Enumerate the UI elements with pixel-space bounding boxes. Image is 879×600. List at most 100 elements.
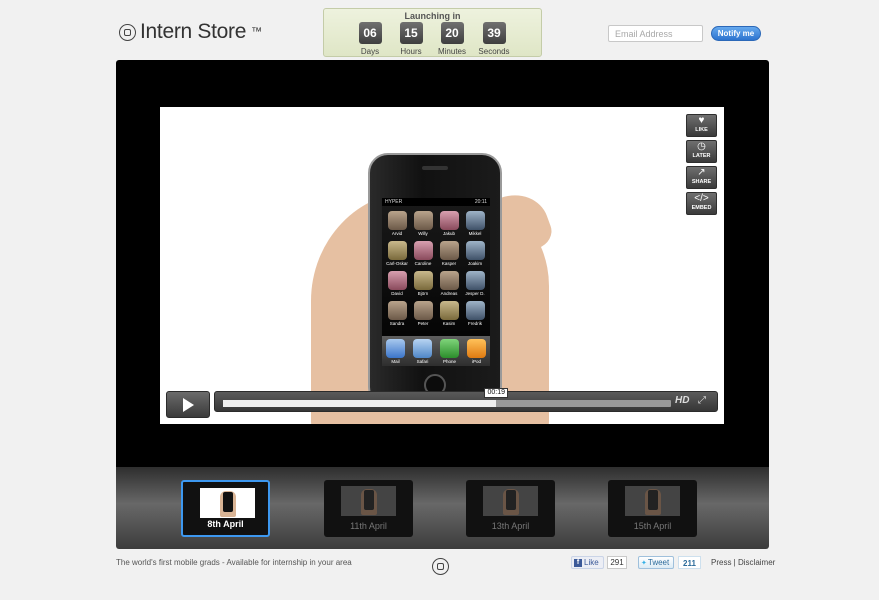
facebook-like-button[interactable]: f Like	[571, 556, 604, 569]
video-frame[interactable]: HYPER 20:11 Arvid Willy Jakub Mikkel Carl-Os…	[160, 107, 724, 424]
share-icon: ↗	[697, 167, 706, 178]
phone-dock: Mail Safari Phone iPod	[382, 336, 490, 366]
app-icon	[413, 271, 433, 290]
dock-app-ipod: iPod	[467, 339, 486, 364]
footer-tagline: The world's first mobile grads - Availab…	[116, 558, 352, 567]
app-label: Joakim	[467, 261, 483, 266]
countdown-label: Days	[360, 47, 380, 56]
like-label: Like	[584, 558, 599, 567]
app-icon	[413, 241, 433, 260]
app-label: Peter	[417, 321, 429, 326]
countdown-label: Hours	[400, 47, 422, 56]
embed-label: EMBED	[691, 205, 712, 211]
watch-later-button[interactable]: ◷ LATER	[686, 140, 717, 163]
app-label: Carl-Oskar	[386, 261, 408, 266]
like-label: LIKE	[695, 127, 708, 133]
fullscreen-icon[interactable]: ⤢	[698, 395, 706, 406]
thumbnail-image	[200, 488, 255, 518]
app-label: Andreas	[440, 291, 458, 296]
play-icon	[182, 397, 194, 412]
code-icon: </>	[694, 193, 709, 204]
dock-app-mail: Mail	[386, 339, 405, 364]
countdown-value: 06	[358, 22, 382, 44]
progress-track[interactable]: 00:19	[223, 388, 671, 407]
app-icon	[465, 211, 485, 230]
phone-app: Carl-Oskar	[384, 241, 410, 266]
thumbnail-image	[483, 486, 538, 516]
countdown-value: 20	[440, 22, 464, 44]
countdown-seconds: 39 Seconds	[478, 22, 510, 56]
logo-text: Intern Store	[140, 20, 247, 43]
app-icon	[465, 301, 485, 320]
phone-status-bar: HYPER 20:11	[382, 198, 490, 206]
phone-app: Caroline	[410, 241, 436, 266]
app-icon	[387, 271, 407, 290]
like-button[interactable]: ♥ LIKE	[686, 114, 717, 137]
app-icon	[439, 211, 459, 230]
phone-app-grid: Arvid Willy Jakub Mikkel Carl-Oskar Caroline K…	[382, 206, 490, 326]
phone-app: Peter	[410, 301, 436, 326]
app-icon	[465, 271, 485, 290]
app-label: Kasper	[441, 261, 457, 266]
app-label: David	[391, 291, 403, 296]
playlist-item-13th-april[interactable]: 13th April	[466, 480, 555, 537]
app-label: Mikkel	[468, 231, 482, 236]
disclaimer-link[interactable]: Disclaimer	[738, 558, 775, 567]
phone-app: Mikkel	[462, 211, 488, 236]
playlist-item-11th-april[interactable]: 11th April	[324, 480, 413, 537]
app-label: Sandra	[389, 321, 405, 326]
brand-logo[interactable]: Intern Store ™	[119, 20, 262, 44]
thumbnail-image	[625, 486, 680, 516]
countdown-days: 06 Days	[354, 22, 386, 56]
video-controls: 00:19 HD ⤢	[166, 388, 718, 418]
time-tooltip: 00:19	[484, 388, 509, 398]
app-label: Jakub	[442, 231, 455, 236]
share-label: SHARE	[691, 179, 712, 185]
hd-toggle[interactable]: HD	[675, 395, 689, 406]
countdown-label: Minutes	[437, 47, 466, 56]
press-link[interactable]: Press	[711, 558, 731, 567]
phone-app: Kasim	[436, 301, 462, 326]
app-label: Björn	[417, 291, 429, 296]
phone-app: Sandra	[384, 301, 410, 326]
phone-app: Jakub	[436, 211, 462, 236]
play-button[interactable]	[166, 391, 210, 418]
tweet-button[interactable]: ✦ Tweet	[638, 556, 674, 569]
thumbnail-image	[341, 486, 396, 516]
store-logo-icon	[119, 23, 136, 41]
iphone-image: HYPER 20:11 Arvid Willy Jakub Mikkel Carl-Os…	[368, 153, 502, 407]
phone-app: Willy	[410, 211, 436, 236]
playlist-item-15th-april[interactable]: 15th April	[608, 480, 697, 537]
countdown-label: Seconds	[478, 47, 510, 56]
phone-app: Andreas	[436, 271, 462, 296]
email-field[interactable]	[608, 25, 703, 42]
countdown-hours: 15 Hours	[395, 22, 427, 56]
app-label: Kasim	[442, 321, 456, 326]
later-label: LATER	[692, 153, 711, 159]
clock-icon: ◷	[697, 141, 706, 152]
app-icon	[413, 301, 433, 320]
app-icon	[465, 241, 485, 260]
app-icon	[413, 211, 433, 230]
embed-button[interactable]: </> EMBED	[686, 192, 717, 215]
playlist-item-8th-april[interactable]: 8th April	[181, 480, 270, 537]
app-icon	[387, 241, 407, 260]
footer-logo-icon[interactable]	[432, 558, 449, 575]
launch-countdown: Launching in 06 Days 15 Hours 20 Minutes…	[323, 8, 542, 57]
share-button[interactable]: ↗ SHARE	[686, 166, 717, 189]
footer-links: Press | Disclaimer	[711, 558, 775, 567]
twitter-bird-icon: ✦	[641, 559, 647, 567]
dock-app-phone: Phone	[440, 339, 459, 364]
app-label: Willy	[418, 231, 428, 236]
app-icon	[439, 301, 459, 320]
phone-app: Arvid	[384, 211, 410, 236]
phone-app: David	[384, 271, 410, 296]
phone-time: 20:11	[474, 199, 487, 205]
video-playlist: 8th April 11th April 13th April 15th Apr…	[116, 467, 769, 549]
playlist-item-label: 13th April	[491, 521, 530, 531]
countdown-value: 39	[482, 22, 506, 44]
control-bar: 00:19 HD ⤢	[214, 388, 718, 412]
tweet-count: 211	[678, 556, 701, 569]
notify-me-button[interactable]: Notify me	[711, 26, 761, 41]
playlist-item-label: 8th April	[207, 519, 244, 529]
